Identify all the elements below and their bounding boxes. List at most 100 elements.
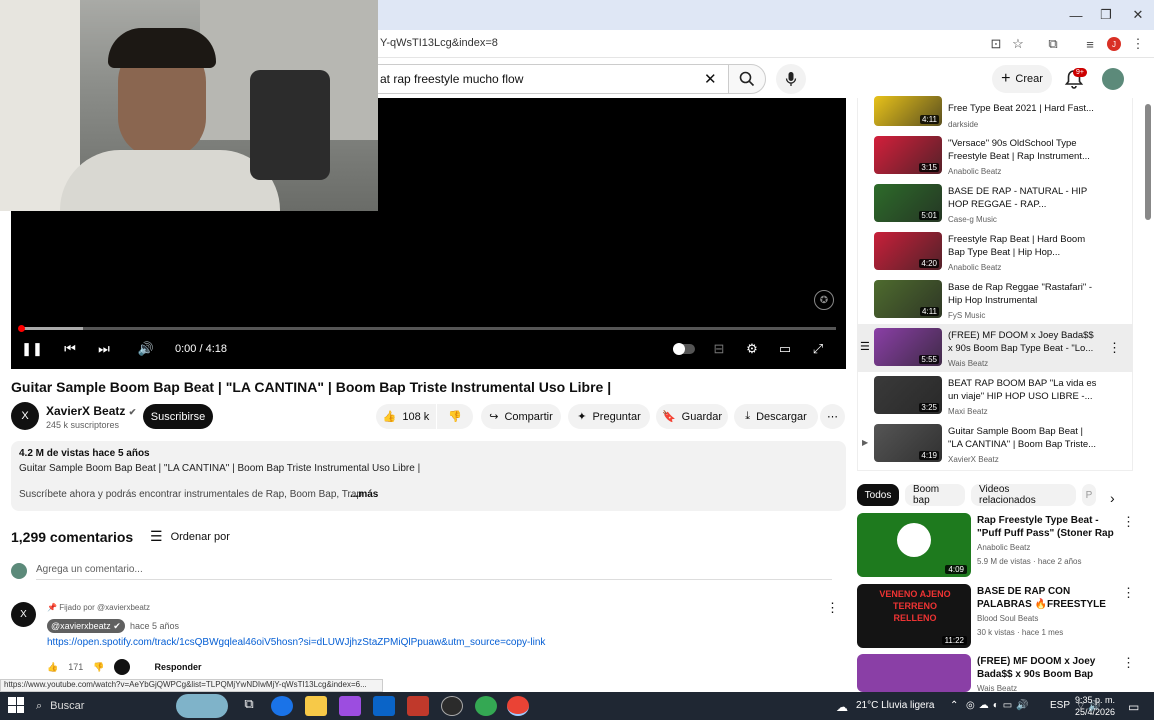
like-button[interactable]: 👍 108 k [376, 404, 436, 429]
add-comment-input[interactable]: Agrega un comentario... [36, 564, 143, 575]
search-value[interactable]: at rap freestyle mucho flow [380, 72, 523, 86]
file-explorer-icon[interactable] [305, 696, 327, 716]
channel-avatar[interactable]: X [11, 402, 39, 430]
previous-icon[interactable]: ⏮ [60, 341, 80, 357]
recommended-title[interactable]: (FREE) MF DOOM x Joey Bada$$ x 90s Boom … [977, 655, 1117, 681]
restore-icon[interactable]: ❐ [1090, 0, 1122, 30]
playlist-thumbnail[interactable]: 4:11 [874, 96, 942, 126]
comment-author[interactable]: @xavierxbeatz ✔ [47, 619, 125, 633]
search-button[interactable] [728, 64, 766, 94]
comment-dislike-icon[interactable]: 👎 [93, 662, 104, 673]
recommended-menu-icon[interactable]: ⋮ [1122, 655, 1135, 671]
subscribe-button[interactable]: Suscribirse [143, 404, 213, 429]
theater-mode-icon[interactable]: ▭ [775, 341, 795, 357]
weather-text[interactable]: 21°C Lluvia ligera [856, 700, 935, 711]
comment-menu-icon[interactable]: ⋮ [826, 600, 839, 616]
playlist-thumbnail[interactable]: 4:20 [874, 232, 942, 270]
dislike-button[interactable]: 👎 [437, 404, 473, 429]
tray-chevron-icon[interactable]: ⌃ [950, 700, 958, 711]
playlist-title[interactable]: BASE DE RAP - NATURAL - HIP HOP REGGAE -… [948, 185, 1098, 211]
commenter-avatar[interactable]: X [11, 602, 36, 627]
recommended-thumbnail[interactable]: VENENO AJENO TERRENO RELLENO 11:22 [857, 584, 971, 648]
channel-watermark-icon[interactable]: ✪ [814, 290, 834, 310]
reply-button[interactable]: Responder [154, 662, 201, 672]
recommended-channel[interactable]: Anabolic Beatz [977, 543, 1030, 552]
playlist-title[interactable]: "Versace" 90s OldSchool Type Freestyle B… [948, 137, 1098, 163]
more-actions-icon[interactable]: ⋯ [820, 404, 845, 429]
install-app-icon[interactable]: ⊡ [986, 34, 1006, 54]
progress-bar[interactable] [21, 327, 836, 330]
show-more-link[interactable]: ...más [350, 489, 378, 500]
tray-icons[interactable]: ◎☁◐▭🔊 [966, 700, 1033, 711]
playlist-item-menu-icon[interactable]: ⋮ [1108, 340, 1121, 356]
chip-related[interactable]: Videos relacionados [971, 484, 1076, 506]
close-window-icon[interactable]: ✕ [1122, 0, 1154, 30]
profile-icon[interactable]: J [1104, 34, 1124, 54]
playlist-thumbnail[interactable]: 3:15 [874, 136, 942, 174]
comment-link[interactable]: https://open.spotify.com/track/1csQBWgql… [47, 637, 545, 648]
voice-search-button[interactable] [776, 64, 806, 94]
url-text[interactable]: Y-qWsTI13Lcg&index=8 [380, 37, 498, 49]
volume-icon[interactable]: 🔊 [136, 341, 156, 357]
comment-like-icon[interactable]: 👍 [47, 662, 58, 673]
playlist-title[interactable]: Freestyle Rap Beat | Hard Boom Bap Type … [948, 233, 1098, 259]
playlist-thumbnail[interactable]: 5:55 [874, 328, 942, 366]
extensions-icon[interactable]: ⧉ [1043, 34, 1063, 54]
recommended-title[interactable]: BASE DE RAP CON PALABRAS 🔥FREESTYLE RAP … [977, 585, 1117, 611]
clock-time[interactable]: 9:35 p. m. [1075, 695, 1115, 705]
channel-name[interactable]: XavierX Beatz ✔ [46, 404, 136, 418]
user-avatar[interactable] [1102, 68, 1124, 90]
obs-icon[interactable] [441, 696, 463, 716]
save-button[interactable]: 🔖 Guardar [656, 404, 728, 429]
outlook-icon[interactable] [373, 696, 395, 716]
ask-button[interactable]: ✦ Preguntar [568, 404, 650, 429]
create-button[interactable]: + Crear [992, 65, 1052, 93]
chips-next-icon[interactable]: › [1110, 490, 1115, 506]
edge-icon[interactable] [271, 696, 293, 716]
chip-todos[interactable]: Todos [857, 484, 899, 506]
playlist-scrollbar[interactable] [1145, 104, 1151, 220]
playlist-title[interactable]: (FREE) MF DOOM x Joey Bada$$ x 90s Boom … [948, 329, 1098, 355]
sort-comments-button[interactable]: ☰ Ordenar por [150, 528, 230, 545]
playlist-thumbnail[interactable]: 5:01 [874, 184, 942, 222]
app-icon[interactable] [407, 696, 429, 716]
bookmark-star-icon[interactable]: ☆ [1008, 34, 1028, 54]
chrome-icon[interactable] [475, 696, 497, 716]
playlist-thumbnail[interactable]: 3:25 [874, 376, 942, 414]
drag-handle-icon[interactable]: ☰ [860, 340, 870, 353]
progress-scrubber[interactable] [18, 325, 25, 332]
chrome-active-icon[interactable] [507, 696, 529, 716]
playlist-thumbnail[interactable]: 4:19 [874, 424, 942, 462]
clear-search-icon[interactable]: ✕ [704, 70, 717, 88]
next-icon[interactable]: ⏭ [94, 341, 114, 357]
fullscreen-icon[interactable]: ⤢ [808, 341, 828, 357]
chip-partial[interactable]: P [1082, 484, 1096, 506]
chip-boom-bap[interactable]: Boom bap [905, 484, 965, 506]
recommended-channel[interactable]: Blood Soul Beats [977, 614, 1038, 623]
recommended-thumbnail[interactable]: 4:09 [857, 513, 971, 577]
clock-date[interactable]: 25/4/2026 [1075, 707, 1115, 717]
playlist-title[interactable]: Base de Rap Reggae "Rastafari" - Hip Hop… [948, 281, 1098, 307]
task-view-icon[interactable]: ⧉ [238, 696, 260, 716]
media-control-icon[interactable]: ≡ [1080, 34, 1100, 54]
notification-center-icon[interactable]: ▭ [1128, 700, 1139, 714]
settings-gear-icon[interactable]: ⚙ [742, 341, 762, 357]
minimize-icon[interactable]: — [1060, 0, 1092, 30]
recommended-thumbnail[interactable] [857, 654, 971, 692]
pause-icon[interactable]: ❚❚ [21, 341, 43, 357]
windows-start-icon[interactable] [8, 697, 24, 713]
playlist-title[interactable]: Guitar Sample Boom Bap Beat | "LA CANTIN… [948, 425, 1098, 451]
language-indicator[interactable]: ESP [1050, 700, 1070, 711]
download-button[interactable]: ⤓ Descargar [734, 404, 818, 429]
recommended-menu-icon[interactable]: ⋮ [1122, 585, 1135, 601]
browser-menu-icon[interactable]: ⋮ [1128, 34, 1148, 54]
playlist-title[interactable]: Free Type Beat 2021 | Hard Fast... [948, 102, 1098, 115]
playlist-title[interactable]: BEAT RAP BOOM BAP "La vida es un viaje" … [948, 377, 1098, 403]
subtitles-icon[interactable]: ⊟ [709, 341, 729, 357]
copilot-icon[interactable] [339, 696, 361, 716]
playlist-thumbnail[interactable]: 4:11 [874, 280, 942, 318]
recommended-menu-icon[interactable]: ⋮ [1122, 514, 1135, 530]
recommended-title[interactable]: Rap Freestyle Type Beat - "Puff Puff Pas… [977, 514, 1117, 540]
autoplay-toggle[interactable] [672, 341, 696, 357]
share-button[interactable]: ↪ Compartir [481, 404, 561, 429]
